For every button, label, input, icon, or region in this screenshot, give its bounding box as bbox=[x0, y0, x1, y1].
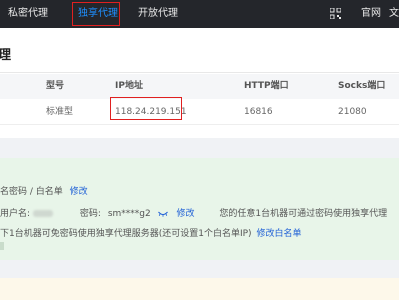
column-header-ip: IP地址 bbox=[115, 81, 143, 91]
proxy-panel: 理 型号 IP地址 HTTP端口 Socks端口 标准型 118.24.219.… bbox=[0, 28, 399, 138]
table-header: 型号 IP地址 HTTP端口 Socks端口 bbox=[0, 74, 399, 99]
username-label: 用户名: bbox=[0, 209, 31, 219]
cell-model: 标准型 bbox=[46, 107, 74, 117]
password-label: 密码: bbox=[79, 209, 101, 219]
nav-item-private-proxy[interactable]: 私密代理 bbox=[8, 0, 48, 28]
auth-edit-link[interactable]: 修改 bbox=[70, 187, 88, 197]
column-header-http-port: HTTP端口 bbox=[244, 81, 289, 91]
column-header-model: 型号 bbox=[46, 81, 65, 91]
cell-socks-port: 21080 bbox=[338, 107, 367, 117]
auth-info-panel: 名密码 / 白名单 修改 用户名: 密码: sm****g2 修改 您的任意1台… bbox=[0, 158, 399, 260]
nav-item-docs[interactable]: 文档 bbox=[389, 0, 399, 28]
password-note: 您的任意1台机器可通过密码使用独享代理 bbox=[219, 209, 388, 219]
eye-icon[interactable] bbox=[157, 211, 168, 217]
table-row: 标准型 118.24.219.151 16816 21080 bbox=[0, 99, 399, 125]
password-value: sm****g2 bbox=[107, 209, 151, 219]
cell-http-port: 16816 bbox=[244, 107, 273, 117]
whitelist-line: 下1台机器可免密码使用独享代理服务器(还可设置1个白名单IP) 修改白名单 bbox=[0, 226, 301, 239]
qr-code-icon[interactable] bbox=[330, 8, 341, 19]
username-masked-value bbox=[33, 210, 54, 217]
nav-item-official-site[interactable]: 官网 bbox=[361, 0, 381, 28]
password-edit-link[interactable]: 修改 bbox=[177, 209, 195, 219]
auth-heading-text: 名密码 / 白名单 bbox=[0, 187, 63, 197]
credentials-line: 用户名: 密码: sm****g2 修改 您的任意1台机器可通过密码使用独享代理 bbox=[0, 206, 387, 219]
column-header-socks-port: Socks端口 bbox=[338, 81, 386, 91]
highlight-box-ip bbox=[110, 97, 182, 120]
highlight-box-nav bbox=[72, 2, 120, 26]
whitelist-note: 下1台机器可免密码使用独享代理服务器(还可设置1个白名单IP) bbox=[0, 229, 252, 239]
divider bbox=[0, 72, 399, 73]
page-title: 理 bbox=[0, 48, 12, 63]
top-nav-bar: 私密代理 独享代理 开放代理 官网 文档 bbox=[0, 0, 399, 28]
auth-heading: 名密码 / 白名单 修改 bbox=[0, 184, 88, 197]
whitelist-edit-link[interactable]: 修改白名单 bbox=[256, 229, 301, 239]
collapsed-element bbox=[0, 242, 4, 250]
nav-item-open-proxy[interactable]: 开放代理 bbox=[138, 0, 178, 28]
bottom-panel bbox=[0, 278, 399, 300]
